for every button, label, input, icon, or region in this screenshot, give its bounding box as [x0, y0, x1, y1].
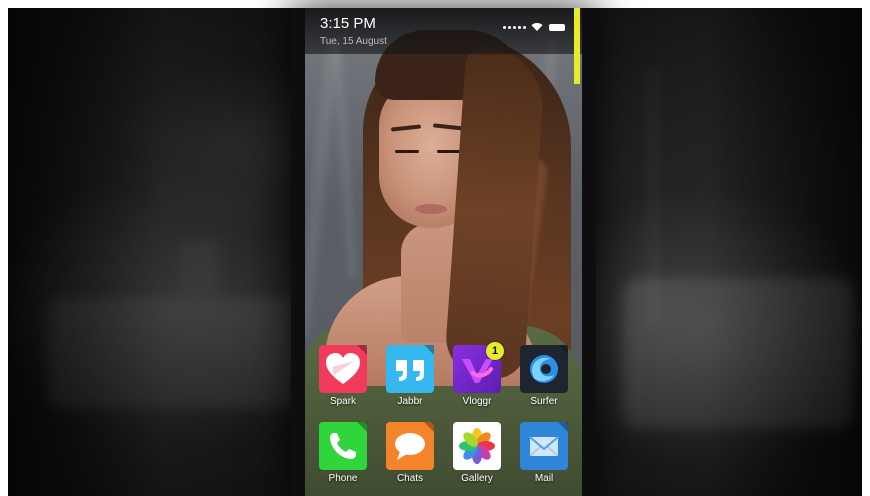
wifi-icon — [531, 23, 543, 31]
signal-dots-icon — [503, 26, 526, 29]
app-gallery[interactable]: Gallery — [450, 422, 504, 484]
portrait-eye — [437, 150, 461, 153]
battery-icon — [549, 24, 565, 31]
app-label: Phone — [328, 473, 358, 484]
notification-badge: 1 — [486, 342, 504, 360]
tile-corner-fold — [357, 422, 367, 432]
status-time: 3:15 PM — [320, 15, 376, 32]
accent-edge-bar — [574, 8, 580, 84]
app-tile — [386, 345, 434, 393]
status-bar: 3:15 PM Tue, 15 August — [305, 8, 582, 54]
app-tile — [520, 345, 568, 393]
app-surfer[interactable]: Surfer — [517, 345, 571, 407]
app-label: Vloggr — [462, 396, 492, 407]
app-label: Spark — [329, 396, 357, 407]
curtain-fold — [329, 18, 359, 278]
tile-corner-fold — [558, 345, 568, 355]
app-label: Gallery — [461, 473, 493, 484]
app-tile — [319, 422, 367, 470]
portrait-lips — [415, 204, 447, 214]
app-tile — [520, 422, 568, 470]
tile-corner-fold — [424, 345, 434, 355]
app-phone[interactable]: Phone — [316, 422, 370, 484]
app-tile: 1 — [453, 342, 504, 393]
app-label: Jabbr — [397, 396, 423, 407]
app-tile — [453, 422, 501, 470]
app-label: Mail — [534, 473, 554, 484]
tile-corner-fold — [424, 422, 434, 432]
app-vloggr[interactable]: 1 Vloggr — [450, 342, 504, 407]
app-tile — [386, 422, 434, 470]
app-spark[interactable]: Spark — [316, 345, 370, 407]
pinwheel-icon — [459, 428, 495, 464]
tile-corner-fold — [357, 345, 367, 355]
app-label: Chats — [396, 473, 424, 484]
app-tile — [319, 345, 367, 393]
phone-device: 3:15 PM Tue, 15 August Spark Jabbr 1 Vlo… — [291, 8, 596, 496]
tile-corner-fold — [558, 422, 568, 432]
app-chats[interactable]: Chats — [383, 422, 437, 484]
app-jabbr[interactable]: Jabbr — [383, 345, 437, 407]
app-mail[interactable]: Mail — [517, 422, 571, 484]
status-date: Tue, 15 August — [320, 36, 387, 47]
app-label: Surfer — [530, 396, 558, 407]
portrait-eye — [395, 150, 419, 153]
